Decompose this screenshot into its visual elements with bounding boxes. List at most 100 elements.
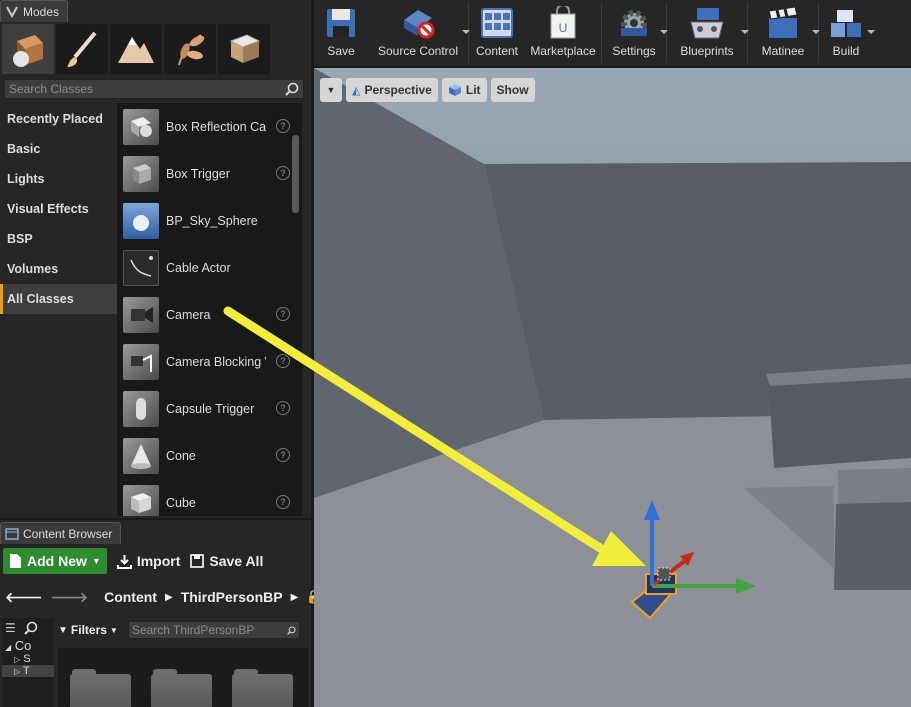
class-item-bp-sky-sphere[interactable]: BP_Sky_Sphere [117,197,302,244]
blueprints-button[interactable]: Blueprints [667,0,749,66]
block-front [769,378,911,468]
class-item-box-reflection-capture[interactable]: Box Reflection Capture ? [117,103,302,150]
search-icon[interactable] [287,624,296,637]
save-icon [327,9,355,37]
class-item-cone[interactable]: Cone ? [117,432,302,479]
search-classes-field[interactable] [4,79,304,99]
class-item-cable-actor[interactable]: Cable Actor [117,244,302,291]
tree-expand-icon: ◢ [5,643,12,652]
category-all-classes[interactable]: All Classes [0,284,117,314]
folder-tile[interactable] [232,669,293,707]
back-arrow-icon[interactable]: 🡐 [5,589,43,606]
add-new-button[interactable]: Add New ▼ [3,548,107,574]
save-button[interactable]: Save [314,0,368,66]
class-item-label: Box Trigger [166,166,230,181]
perspective-button[interactable]: ◭ Perspective [346,78,438,102]
help-icon[interactable]: ? [276,495,290,509]
folder-tile[interactable] [70,669,131,707]
content-grid-icon [481,8,513,38]
build-button[interactable]: Build [819,0,875,66]
viewport-options-button[interactable]: ▼ [320,78,342,102]
breadcrumb-content[interactable]: Content [104,589,157,605]
import-button[interactable]: Import [116,553,180,569]
breadcrumb-separator-icon: ▶ [164,591,173,603]
category-lights[interactable]: Lights [0,164,117,194]
clapperboard-icon [768,6,798,38]
forward-arrow-icon[interactable]: 🡒 [51,589,89,606]
camera-blocking-volume-icon [123,343,159,380]
help-icon[interactable]: ? [276,354,290,368]
content-button[interactable]: Content [469,0,525,66]
help-icon[interactable]: ? [276,401,290,415]
class-item-box-trigger[interactable]: Box Trigger ? [117,150,302,197]
toggle-sources-icon[interactable]: ☰ [5,621,16,635]
marketplace-bag-icon: U [550,6,576,39]
box-trigger-icon [123,155,159,192]
modes-icon [6,6,18,18]
class-item-label: Box Reflection Capture [166,119,266,134]
content-browser-body: ☰ ◢ Co ▷ S ▷ T ▼ Filters ▼ [0,618,311,707]
content-label: Content [475,44,519,58]
help-icon[interactable]: ? [276,166,290,180]
sources-search-icon[interactable] [24,621,38,635]
sources-panel: ☰ ◢ Co ▷ S ▷ T [2,618,54,707]
leaves-icon [178,34,205,66]
foliage-mode-button[interactable] [164,24,216,74]
tree-collapse-icon: ▷ [14,655,21,664]
gamepad-icon [690,8,724,39]
modes-tab[interactable]: Modes [0,0,69,22]
source-control-button[interactable]: Source Control [368,0,470,66]
class-item-label: Camera [166,307,211,322]
show-button[interactable]: Show [490,78,535,102]
filters-button[interactable]: ▼ Filters ▼ [58,623,118,637]
landscape-mode-button[interactable] [110,24,162,74]
search-icon[interactable] [285,82,299,96]
category-volumes[interactable]: Volumes [0,254,117,284]
modes-panel: Modes Search Classes Recently Placed Bas… [0,0,311,518]
paint-mode-button[interactable] [56,24,108,74]
cable-actor-icon [123,249,159,286]
perspective-label: Perspective [364,83,432,97]
class-item-camera-blocking-volume[interactable]: Camera Blocking Volume ? [117,338,302,385]
place-mode-button[interactable] [2,24,54,74]
asset-search-input[interactable] [131,623,287,637]
asset-search-field[interactable] [127,621,300,639]
class-item-cube[interactable]: Cube ? [117,479,302,516]
capsule-trigger-icon [123,390,159,427]
class-list: Box Reflection Capture ? Box Trigger ? B… [117,103,302,516]
filters-label: Filters [70,623,107,637]
geometry-mode-button[interactable] [218,24,270,74]
marketplace-button[interactable]: U Marketplace [525,0,601,66]
source-tree-item[interactable]: ◢ Co [2,638,54,653]
content-browser-tab[interactable]: Content Browser [0,522,122,544]
build-blocks-icon [831,10,861,37]
chevron-down-icon[interactable] [867,30,875,34]
search-classes-input[interactable] [9,82,285,96]
level-viewport[interactable]: ▼ ◭ Perspective Lit Show [314,68,911,707]
folder-tile[interactable] [151,669,212,707]
category-recently-placed[interactable]: Recently Placed [0,104,117,134]
category-visual-effects[interactable]: Visual Effects [0,194,117,224]
settings-button[interactable]: Settings [602,0,668,66]
help-icon[interactable]: ? [276,448,290,462]
breadcrumb-thirdpersonbp[interactable]: ThirdPersonBP [181,589,283,605]
category-bsp[interactable]: BSP [0,224,117,254]
class-item-camera[interactable]: Camera ? [117,291,302,338]
matinee-label: Matinee [761,44,805,58]
matinee-button[interactable]: Matinee [748,0,820,66]
path-breadcrumb: 🡐 🡒 Content ▶ ThirdPersonBP ▶ 🔓 [0,582,321,612]
lit-button[interactable]: Lit [441,78,487,102]
source-tree-item[interactable]: ▷ S [2,653,54,665]
settings-label: Settings [612,44,656,58]
mountain-icon [118,37,154,63]
class-item-label: Capsule Trigger [166,401,255,416]
help-icon[interactable]: ? [276,307,290,321]
class-item-label: BP_Sky_Sphere [166,213,258,228]
save-all-button[interactable]: Save All [190,553,263,569]
class-item-capsule-trigger[interactable]: Capsule Trigger ? [117,385,302,432]
class-list-scrollbar[interactable] [292,135,299,213]
mode-selector [0,22,311,76]
help-icon[interactable]: ? [276,119,290,133]
source-tree-item-selected[interactable]: ▷ T [2,665,54,677]
category-basic[interactable]: Basic [0,134,117,164]
